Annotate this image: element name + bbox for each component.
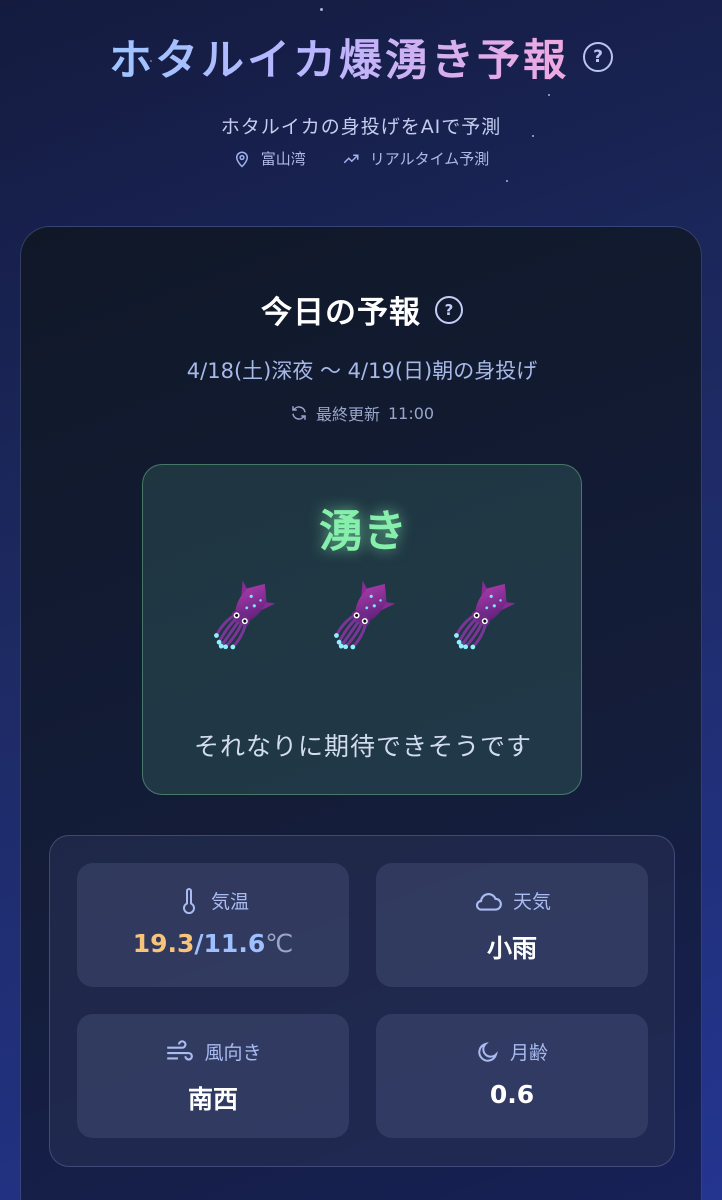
app-subtitle: ホタルイカの身投げをAIで予測 — [220, 116, 502, 138]
mode-meta: リアルタイム予測 — [342, 148, 490, 169]
weather-tile: 天気 小雨 — [376, 863, 648, 987]
moon-icon — [478, 1041, 499, 1062]
squid-icon — [329, 573, 397, 657]
temperature-label-row: 気温 — [77, 887, 349, 914]
cloud-icon — [475, 892, 502, 911]
conditions-panel: 気温 19.3/11.6℃ 天気 小雨 風向き 南西 月齢 0.6 — [49, 835, 675, 1167]
temperature-high: 19.3 — [132, 929, 195, 958]
temperature-label: 気温 — [210, 891, 249, 913]
wind-label-row: 風向き — [77, 1038, 349, 1065]
squid-icon — [449, 573, 517, 657]
trending-up-icon — [343, 154, 359, 163]
temperature-tile: 気温 19.3/11.6℃ — [77, 863, 349, 987]
temperature-low: 11.6 — [203, 929, 266, 958]
wind-label: 風向き — [204, 1042, 262, 1064]
location-pin-icon — [235, 151, 248, 168]
forecast-help-icon[interactable]: ? — [435, 295, 463, 324]
app-title-row: ホタルイカ爆湧き予報 ? — [0, 26, 722, 88]
thermometer-icon — [183, 887, 195, 914]
forecast-level: 湧き — [319, 506, 407, 557]
weather-value: 小雨 — [486, 934, 537, 963]
updated-label: 最終更新 — [315, 405, 380, 424]
wind-tile: 風向き 南西 — [77, 1014, 349, 1138]
mode-label: リアルタイム予測 — [369, 150, 490, 168]
updated-time: 11:00 — [387, 403, 435, 423]
forecast-heading: 今日の予報 — [261, 295, 421, 331]
forecast-comment: それなりに期待できそうです — [193, 732, 532, 761]
squid-icon — [209, 573, 277, 657]
squid-rating — [143, 573, 583, 657]
weather-label: 天気 — [512, 891, 551, 913]
moon-label-row: 月齢 — [376, 1038, 648, 1065]
weather-label-row: 天気 — [376, 887, 648, 914]
location-label: 富山湾 — [260, 150, 306, 168]
refresh-icon — [292, 406, 306, 420]
meta-row: 富山湾 リアルタイム予測 — [0, 148, 722, 169]
forecast-date-range: 4/18(土)深夜 〜 4/19(日)朝の身投げ — [186, 359, 538, 383]
temperature-unit: ℃ — [265, 929, 294, 958]
location-meta: 富山湾 — [233, 148, 306, 169]
card-title-row: 今日の予報 ? — [21, 287, 703, 332]
forecast-result-box: 湧き それなりに期待できそうです — [142, 464, 582, 795]
temperature-separator: / — [194, 929, 204, 958]
moon-label: 月齢 — [509, 1042, 548, 1064]
moon-tile: 月齢 0.6 — [376, 1014, 648, 1138]
app-header: ホタルイカ爆湧き予報 ? ホタルイカの身投げをAIで予測 富山湾 リアルタイム予… — [0, 0, 722, 210]
app-title: ホタルイカ爆湧き予報 — [109, 26, 569, 88]
last-updated: 最終更新 11:00 — [21, 401, 703, 425]
temperature-value: 19.3/11.6℃ — [77, 929, 349, 958]
moon-value: 0.6 — [489, 1080, 535, 1109]
help-icon[interactable]: ? — [583, 42, 613, 72]
wind-value: 南西 — [187, 1085, 238, 1114]
wind-icon — [167, 1039, 194, 1061]
forecast-card: 今日の予報 ? 4/18(土)深夜 〜 4/19(日)朝の身投げ 最終更新 11… — [20, 226, 702, 1200]
